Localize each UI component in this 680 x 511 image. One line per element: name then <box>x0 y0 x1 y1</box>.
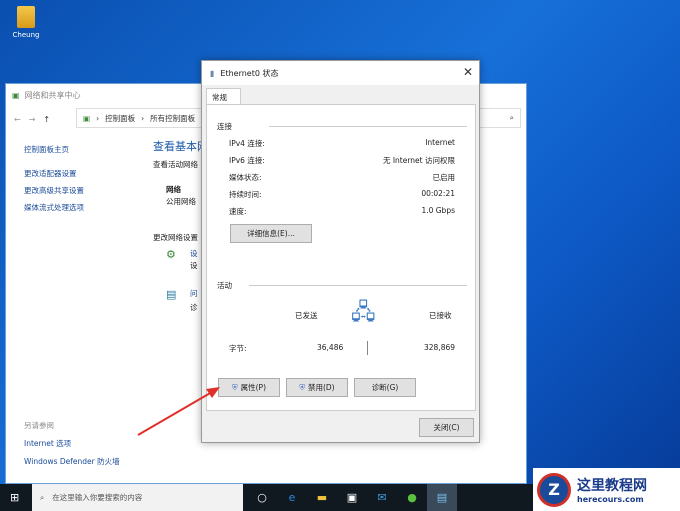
watermark: Z 这里教程网 herecours.com <box>533 468 680 511</box>
app-icon[interactable]: ● <box>397 484 427 511</box>
watermark-logo-icon: Z <box>537 472 571 507</box>
watermark-url: herecours.com <box>577 495 644 504</box>
cortana-icon[interactable]: ○ <box>247 484 277 511</box>
red-arrow-annotation <box>137 387 220 436</box>
watermark-title: 这里教程网 <box>577 478 647 494</box>
search-placeholder: 在这里输入你要搜索的内容 <box>52 493 143 502</box>
search-icon: ⌕ <box>40 492 45 502</box>
file-explorer-icon[interactable]: ▬ <box>307 484 337 511</box>
taskbar-search-box[interactable]: ⌕ 在这里输入你要搜索的内容 <box>32 484 243 511</box>
edge-icon[interactable]: e <box>277 484 307 511</box>
start-icon[interactable]: ⊞ <box>10 491 19 504</box>
control-panel-icon[interactable]: ▤ <box>427 484 457 511</box>
mail-icon[interactable]: ✉ <box>367 484 397 511</box>
store-icon[interactable]: ▣ <box>337 484 367 511</box>
